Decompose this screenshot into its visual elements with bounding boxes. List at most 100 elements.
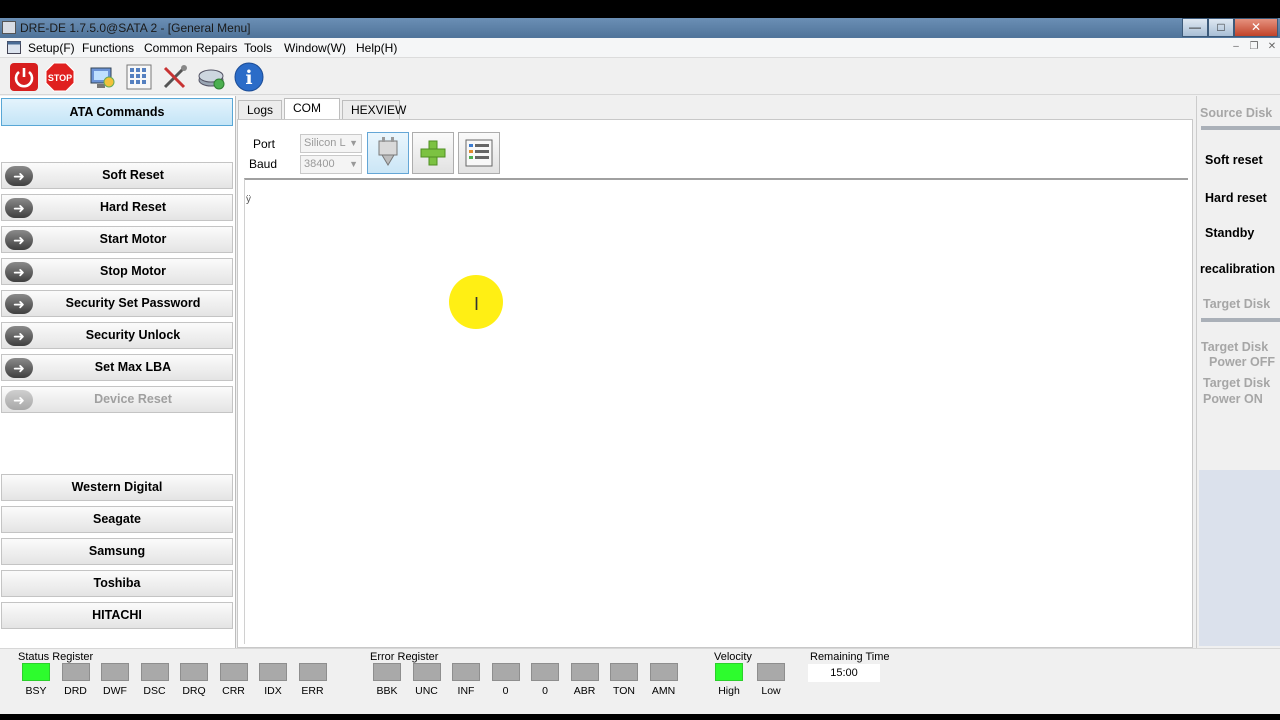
status-bar: Status Register Error Register Velocity … xyxy=(0,648,1280,714)
hard-reset-button[interactable]: ➜ Hard Reset xyxy=(1,194,233,221)
led-indicator xyxy=(649,663,678,681)
menu-functions[interactable]: Functions xyxy=(82,41,134,55)
led-label: 0 xyxy=(502,685,509,697)
arrow-right-icon: ➜ xyxy=(5,294,33,314)
tools-icon[interactable] xyxy=(160,62,190,92)
menu-help[interactable]: Help(H) xyxy=(356,41,397,55)
plus-icon xyxy=(420,140,446,166)
target-disk-power-on-line2[interactable]: Power ON xyxy=(1203,392,1263,406)
led-label: BSY xyxy=(25,685,47,697)
led-indicator xyxy=(412,663,441,681)
mdi-child-icon[interactable] xyxy=(7,41,21,54)
soft-reset-option[interactable]: Soft reset xyxy=(1205,153,1263,167)
mdi-restore-icon[interactable]: ❐ xyxy=(1246,41,1262,55)
port-select[interactable]: Silicon L ▼ xyxy=(300,134,362,153)
arrow-right-icon: ➜ xyxy=(5,262,33,282)
com-panel: Port Baud Silicon L ▼ 38400 ▼ ÿ xyxy=(237,119,1193,648)
vendor-seagate-button[interactable]: Seagate xyxy=(1,506,233,533)
stop-icon[interactable]: STOP xyxy=(45,62,75,92)
vendor-toshiba-button[interactable]: Toshiba xyxy=(1,570,233,597)
led-indicator xyxy=(373,663,401,681)
tab-logs[interactable]: Logs xyxy=(238,100,282,120)
arrow-right-icon: ➜ xyxy=(5,230,33,250)
mdi-minimize-icon[interactable]: – xyxy=(1228,41,1244,55)
led-label: ABR xyxy=(573,685,596,697)
status-register-label: Status Register xyxy=(18,651,94,663)
vendor-western-digital-button[interactable]: Western Digital xyxy=(1,474,233,501)
recalibration-option[interactable]: recalibration xyxy=(1200,262,1275,276)
disk-scan-icon[interactable] xyxy=(87,62,117,92)
output-text: ÿ xyxy=(246,194,251,205)
connect-button[interactable] xyxy=(367,132,409,174)
svg-text:STOP: STOP xyxy=(48,73,72,83)
led-label: INF xyxy=(457,685,475,697)
start-motor-button[interactable]: ➜ Start Motor xyxy=(1,226,233,253)
led-label: DRQ xyxy=(182,685,206,697)
port-label: Port xyxy=(253,137,276,151)
toolbar: STOP i xyxy=(0,59,1280,95)
device-reset-button[interactable]: ➜ Device Reset xyxy=(1,386,233,413)
menu-setup[interactable]: Setup(F) xyxy=(28,41,75,55)
list-settings-button[interactable] xyxy=(458,132,500,174)
velocity-label: Velocity xyxy=(714,651,752,663)
close-button[interactable]: ✕ xyxy=(1234,18,1278,37)
tab-hexview[interactable]: HEXVIEW xyxy=(342,100,406,120)
left-panel: ATA Commands ➜ Soft Reset ➜ Hard Reset ➜ St… xyxy=(0,96,236,648)
target-disk-power-on-line1[interactable]: Target Disk xyxy=(1203,376,1270,390)
chevron-down-icon: ▼ xyxy=(349,159,358,169)
chevron-down-icon: ▼ xyxy=(349,138,358,148)
info-icon[interactable]: i xyxy=(234,62,264,92)
sector-map-icon[interactable] xyxy=(124,62,154,92)
menu-tools[interactable]: Tools xyxy=(244,41,272,55)
add-button[interactable] xyxy=(412,132,454,174)
stop-motor-button[interactable]: ➜ Stop Motor xyxy=(1,258,233,285)
led-indicator xyxy=(140,663,169,681)
standby-option[interactable]: Standby xyxy=(1205,226,1254,240)
menu-window[interactable]: Window(W) xyxy=(284,41,346,55)
arrow-right-icon: ➜ xyxy=(5,326,33,346)
baud-label: Baud xyxy=(249,157,278,171)
security-unlock-button[interactable]: ➜ Security Unlock xyxy=(1,322,233,349)
target-disk-label: Target Disk xyxy=(1203,297,1271,311)
baud-select[interactable]: 38400 ▼ xyxy=(300,155,362,174)
security-set-password-button[interactable]: ➜ Security Set Password xyxy=(1,290,233,317)
led-label: Low xyxy=(761,685,781,697)
led-label: DWF xyxy=(103,685,127,697)
led-indicator xyxy=(101,663,129,681)
tab-com[interactable]: COM xyxy=(284,98,340,121)
set-max-lba-button[interactable]: ➜ Set Max LBA xyxy=(1,354,233,381)
maximize-button[interactable]: □ xyxy=(1208,18,1234,37)
led-label: AMN xyxy=(651,685,676,697)
mdi-close-icon[interactable]: ✕ xyxy=(1264,41,1280,55)
list-icon xyxy=(465,139,493,167)
arrow-right-icon: ➜ xyxy=(5,198,33,218)
led-label: ERR xyxy=(301,685,324,697)
soft-reset-button[interactable]: ➜ Soft Reset xyxy=(1,162,233,189)
target-disk-power-off-line1[interactable]: Target Disk xyxy=(1201,340,1268,354)
app-icon xyxy=(2,21,16,34)
led-label: UNC xyxy=(415,685,438,697)
led-indicator xyxy=(22,663,50,681)
disk-settings-icon[interactable] xyxy=(197,62,227,92)
hard-reset-option[interactable]: Hard reset xyxy=(1205,191,1267,205)
led-indicator xyxy=(452,663,480,681)
led-indicator xyxy=(491,663,520,681)
source-disk-label: Source Disk xyxy=(1200,106,1273,120)
vendor-samsung-button[interactable]: Samsung xyxy=(1,538,233,565)
source-disk-separator xyxy=(1201,126,1280,130)
led-indicator xyxy=(531,663,559,681)
led-indicator xyxy=(180,663,208,681)
led-indicator xyxy=(757,663,785,681)
target-disk-power-off-line2[interactable]: Power OFF xyxy=(1209,355,1275,369)
app-window: DRE-DE 1.7.5.0@SATA 2 - [General Menu] —… xyxy=(0,18,1280,714)
menu-common-repairs[interactable]: Common Repairs xyxy=(144,41,237,55)
led-label: IDX xyxy=(264,685,282,697)
vendor-hitachi-button[interactable]: HITACHI xyxy=(1,602,233,629)
menu-bar: Setup(F) Functions Common Repairs Tools … xyxy=(0,38,1280,58)
remaining-time-value: 15:00 xyxy=(808,664,880,682)
led-indicator xyxy=(298,663,327,681)
minimize-button[interactable]: — xyxy=(1182,18,1208,37)
com-output-area[interactable]: ÿ xyxy=(244,178,1188,644)
ata-commands-header[interactable]: ATA Commands xyxy=(1,98,233,126)
power-icon[interactable] xyxy=(9,62,39,92)
